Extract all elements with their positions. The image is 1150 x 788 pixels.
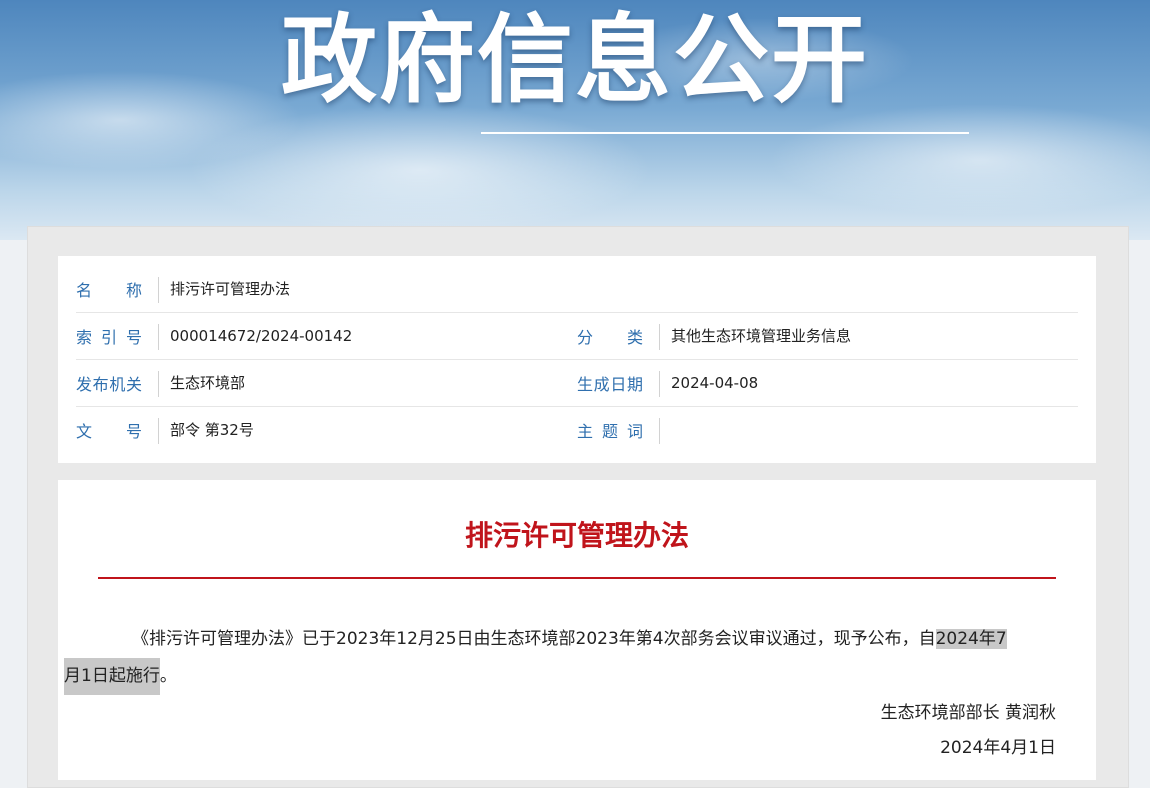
label-char: 文 (76, 422, 93, 441)
banner: 政府信息公开 (0, 0, 1150, 240)
label-char: 名 (76, 281, 93, 300)
title-divider (98, 577, 1056, 579)
index-value: 000014672/2024-00142 (170, 327, 353, 345)
metadata-panel: 名称 排污许可管理办法 索引号 000014672/2024-00142 分类 … (58, 256, 1096, 463)
name-value: 排污许可管理办法 (170, 280, 291, 298)
meta-row-index: 索引号 000014672/2024-00142 分类 其他生态环境管理业务信息 (76, 313, 1078, 360)
date-label: 生成日期 (577, 360, 643, 406)
meta-row-docno: 文号 部令 第32号 主题词 (76, 407, 1078, 453)
label-char: 布 (92, 375, 109, 394)
issuer-value: 生态环境部 (170, 374, 246, 392)
label-char: 生 (577, 375, 594, 394)
label-divider (158, 371, 159, 397)
doc-no-value: 部令 第32号 (170, 421, 254, 439)
body-text-end: 。 (159, 666, 177, 686)
label-char: 索 (76, 328, 93, 347)
article: 排污许可管理办法 《排污许可管理办法》已于2023年12月25日由生态环境部20… (58, 480, 1096, 780)
banner-title: 政府信息公开 (281, 4, 869, 116)
body-text: 《排污许可管理办法》已于2023年12月25日由生态环境部2023年第4次部务会… (132, 629, 936, 649)
signer: 生态环境部部长 黄润秋 (880, 703, 1056, 723)
date-value: 2024-04-08 (671, 374, 759, 392)
label-char: 成 (593, 375, 610, 394)
label-char: 分 (577, 328, 594, 347)
label-char: 题 (601, 422, 618, 441)
label-char: 日 (610, 375, 627, 394)
meta-row-issuer: 发布机关 生态环境部 生成日期 2024-04-08 (76, 360, 1078, 407)
label-divider (158, 324, 159, 350)
banner-underline (481, 132, 969, 134)
article-body: 《排污许可管理办法》已于2023年12月25日由生态环境部2023年第4次部务会… (64, 621, 1056, 695)
name-label: 名称 (76, 266, 142, 312)
meta-row-name: 名称 排污许可管理办法 (76, 266, 1078, 313)
category-value: 其他生态环境管理业务信息 (671, 327, 852, 345)
label-divider (659, 418, 660, 444)
sign-date: 2024年4月1日 (940, 738, 1056, 758)
label-char: 类 (626, 328, 643, 347)
index-label: 索引号 (76, 313, 142, 359)
label-char: 机 (109, 375, 126, 394)
label-char: 词 (626, 422, 643, 441)
label-divider (158, 418, 159, 444)
category-label: 分类 (577, 313, 643, 359)
article-title: 排污许可管理办法 (464, 519, 689, 552)
label-char: 发 (76, 375, 93, 394)
label-divider (158, 277, 159, 303)
label-char: 关 (125, 375, 142, 394)
highlighted-text: 2024年7 (935, 629, 1007, 649)
label-char: 期 (626, 375, 643, 394)
label-divider (659, 371, 660, 397)
doc-no-label: 文号 (76, 407, 142, 453)
label-divider (659, 324, 660, 350)
label-char: 引 (100, 328, 117, 347)
label-char: 称 (125, 281, 142, 300)
subject-label: 主题词 (577, 407, 643, 453)
issuer-label: 发布机关 (76, 360, 142, 406)
label-char: 号 (125, 328, 142, 347)
highlighted-text: 月1日起施行 (64, 658, 160, 695)
label-char: 主 (577, 422, 594, 441)
label-char: 号 (125, 422, 142, 441)
